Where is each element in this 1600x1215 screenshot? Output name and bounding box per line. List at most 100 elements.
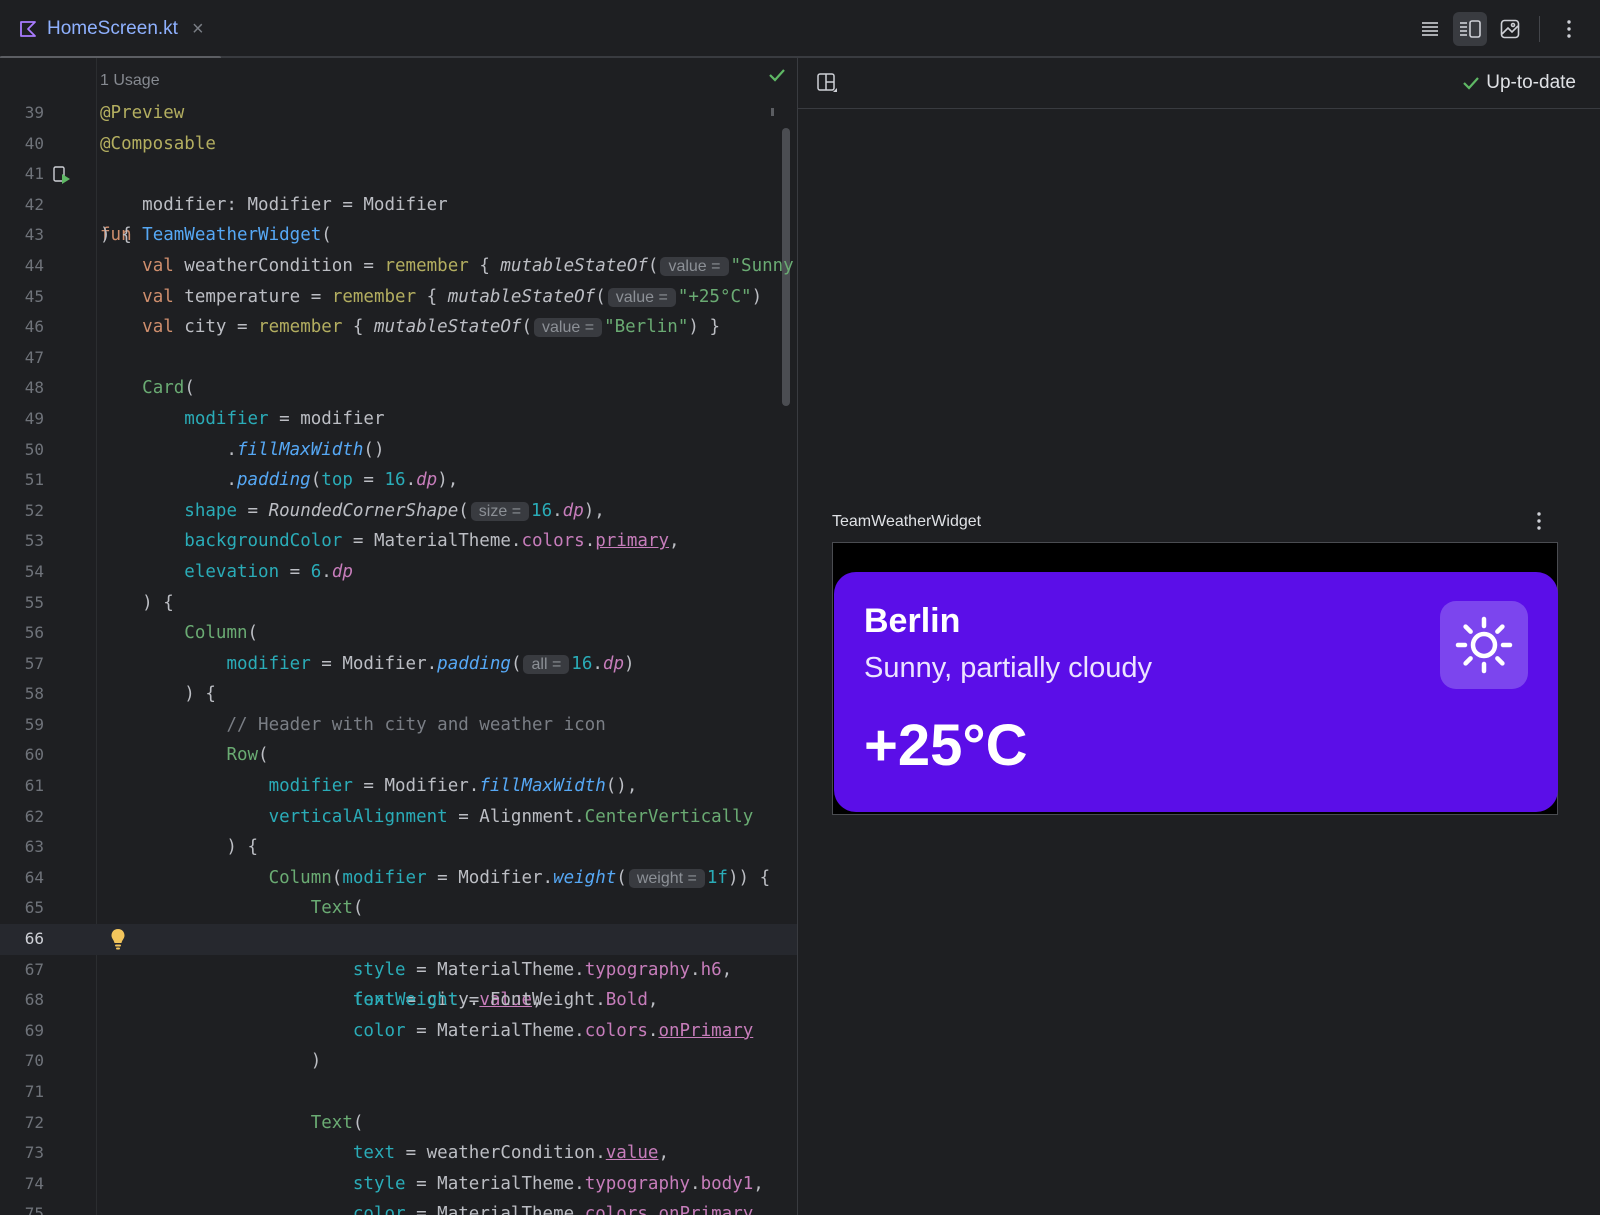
code-line: 53 backgroundColor = MaterialTheme.color… <box>0 526 797 557</box>
design-view-icon <box>1500 19 1520 39</box>
line-number: 68 <box>24 990 44 1010</box>
toolbar-separator <box>1539 16 1540 42</box>
line-number: 75 <box>24 1204 44 1215</box>
code-text: @Composable <box>100 133 216 154</box>
code-line: 56 Column( <box>0 618 797 649</box>
preview-toolbar: Up-to-date <box>798 58 1600 109</box>
line-number: 61 <box>24 776 44 796</box>
code-text: backgroundColor = MaterialTheme.colors.p… <box>184 531 680 552</box>
line-number: 39 <box>24 103 44 122</box>
code-text: fontWeight = FontWeight.Bold, <box>352 990 659 1011</box>
line-number: 63 <box>24 837 44 857</box>
tab-close-icon[interactable]: × <box>192 18 204 41</box>
code-text: Row( <box>226 745 269 766</box>
code-line: 69 color = MaterialTheme.colors.onPrimar… <box>0 1016 797 1047</box>
line-number: 43 <box>24 225 44 245</box>
code-text: Text( <box>310 1112 364 1133</box>
line-number: 50 <box>24 439 44 459</box>
code-text: Card( <box>142 378 195 399</box>
line-number: 48 <box>24 378 44 398</box>
line-number: 71 <box>24 1082 44 1101</box>
layout-options-icon[interactable] <box>816 72 838 94</box>
code-text: modifier = modifier <box>184 408 385 429</box>
code-text: modifier = Modifier.fillMaxWidth(), <box>268 776 638 797</box>
code-line: 75 color = MaterialTheme.colors.onPrimar… <box>0 1199 797 1215</box>
line-number: 74 <box>24 1173 44 1193</box>
view-mode-toolbar <box>1413 12 1586 46</box>
code-editor[interactable]: 1 Usage 39 @Preview 40 @Composable 41 fun … <box>0 58 798 1215</box>
split-view-icon <box>1460 20 1481 38</box>
code-line: 48 Card( <box>0 373 797 404</box>
code-text: Column(modifier = Modifier.weight(weight… <box>268 867 771 888</box>
sun-icon <box>1455 616 1513 674</box>
code-text: ) <box>100 1051 322 1072</box>
code-line: 46 val city = remember { mutableStateOf(… <box>0 312 797 343</box>
no-problems-check-icon[interactable] <box>768 68 786 82</box>
code-line: 43 ) { <box>0 220 797 251</box>
compose-preview-panel: Up-to-date TeamWeatherWidget Berlin Sunn… <box>798 58 1600 1215</box>
line-number: 67 <box>24 959 44 979</box>
code-line: 39 @Preview <box>0 98 797 129</box>
code-lines-icon <box>1422 22 1438 36</box>
code-line: 67 style = MaterialTheme.typography.h6, <box>0 955 797 986</box>
code-view-button[interactable] <box>1413 12 1447 46</box>
line-number: 66 <box>24 929 44 949</box>
code-line: 73 text = weatherCondition.value, <box>0 1138 797 1169</box>
code-line: 68 fontWeight = FontWeight.Bold, <box>0 985 797 1016</box>
code-line: 71 <box>0 1077 797 1108</box>
design-view-button[interactable] <box>1493 12 1527 46</box>
more-options-button[interactable] <box>1552 12 1586 46</box>
line-number: 64 <box>24 867 44 887</box>
line-number: 54 <box>24 561 44 581</box>
code-line: 70 ) <box>0 1046 797 1077</box>
code-text: val temperature = remember { mutableStat… <box>142 286 763 307</box>
line-number: 45 <box>24 286 44 306</box>
split-view-button[interactable] <box>1453 12 1487 46</box>
editor-tab-bar: HomeScreen.kt × <box>0 0 1600 60</box>
code-text: ) { <box>100 592 174 613</box>
usage-hint[interactable]: 1 Usage <box>100 72 160 90</box>
weather-condition: Sunny, partially cloudy <box>864 652 1153 684</box>
code-line: 50 .fillMaxWidth() <box>0 435 797 466</box>
code-line: 44 val weatherCondition = remember { mut… <box>0 251 797 282</box>
line-number: 42 <box>24 194 44 214</box>
lightbulb-icon[interactable] <box>110 928 126 950</box>
preview-more-icon[interactable] <box>1536 511 1542 531</box>
code-line: 57 modifier = Modifier.padding(all = 16.d… <box>0 649 797 680</box>
line-number: 55 <box>24 592 44 612</box>
code-line: 55 ) { <box>0 588 797 619</box>
code-text: text = weatherCondition.value, <box>352 1143 669 1164</box>
code-line: 65 Text( <box>0 893 797 924</box>
kotlin-file-icon <box>20 21 36 37</box>
code-text: ) { <box>100 225 132 246</box>
code-text: Text( <box>310 898 364 919</box>
tab-homescreen-kt[interactable]: HomeScreen.kt × <box>0 0 221 60</box>
line-number: 62 <box>24 806 44 826</box>
code-text: style = MaterialTheme.typography.h6, <box>352 959 733 980</box>
code-line: 51 .padding(top = 16.dp), <box>0 465 797 496</box>
code-text: val weatherCondition = remember { mutabl… <box>142 255 794 276</box>
code-text: modifier: Modifier = Modifier <box>100 194 448 215</box>
preview-render-frame[interactable]: Berlin Sunny, partially cloudy +25°C <box>832 542 1558 815</box>
preview-status-label: Up-to-date <box>1486 72 1576 93</box>
code-text: val city = remember { mutableStateOf(val… <box>142 317 720 338</box>
code-line: 61 modifier = Modifier.fillMaxWidth(), <box>0 771 797 802</box>
line-number: 65 <box>24 898 44 918</box>
code-line: 59 // Header with city and weather icon <box>0 710 797 741</box>
line-number: 47 <box>24 347 44 367</box>
code-line: 64 Column(modifier = Modifier.weight(wei… <box>0 863 797 894</box>
line-number: 69 <box>24 1020 44 1040</box>
code-text: style = MaterialTheme.typography.body1, <box>352 1173 764 1194</box>
code-line: 54 elevation = 6.dp <box>0 557 797 588</box>
code-line: 42 modifier: Modifier = Modifier <box>0 190 797 221</box>
line-number: 41 <box>24 164 44 184</box>
weather-card: Berlin Sunny, partially cloudy +25°C <box>834 572 1558 812</box>
code-line: 49 modifier = modifier <box>0 404 797 435</box>
code-line: 74 style = MaterialTheme.typography.body… <box>0 1169 797 1200</box>
tab-filename: HomeScreen.kt <box>47 18 178 39</box>
weather-temperature: +25°C <box>864 713 1028 778</box>
run-preview-icon[interactable] <box>52 165 72 185</box>
weather-icon-container <box>1440 601 1528 689</box>
code-text: elevation = 6.dp <box>184 561 353 582</box>
line-number: 51 <box>24 470 44 490</box>
